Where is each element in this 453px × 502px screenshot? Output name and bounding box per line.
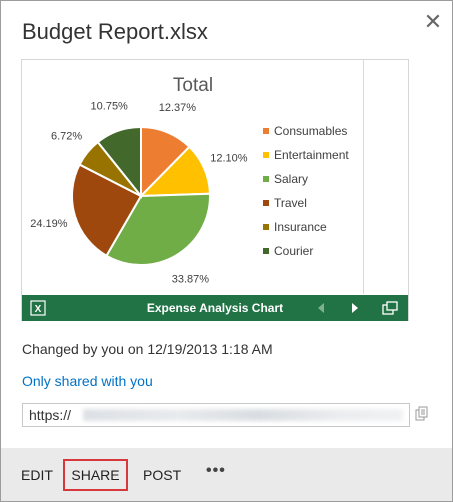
data-label: 6.72% xyxy=(51,130,82,142)
chart-preview[interactable]: Total 12.37% 12.10% 33.87% 24.19% 6.72% 10.75… xyxy=(21,59,409,321)
changed-info: Changed by you on 12/19/2013 1:18 AM xyxy=(22,341,273,357)
chart-title: Total xyxy=(173,75,213,96)
data-label: 24.19% xyxy=(30,218,68,230)
legend-label: Entertainment xyxy=(274,148,349,162)
url-prefix: https:// xyxy=(29,407,72,423)
legend-label: Travel xyxy=(274,196,307,210)
legend-swatch xyxy=(263,200,269,206)
data-label: 33.87% xyxy=(172,273,210,285)
document-card: Budget Report.xlsx ✕ Total 12.37% 12.10% 3… xyxy=(0,0,453,502)
document-title: Budget Report.xlsx xyxy=(22,19,208,44)
legend-swatch xyxy=(263,224,269,230)
edit-button[interactable]: EDIT xyxy=(21,467,53,483)
legend-swatch xyxy=(263,128,269,134)
legend-swatch xyxy=(263,248,269,254)
post-button[interactable]: POST xyxy=(143,467,181,483)
share-button[interactable]: SHARE xyxy=(63,459,128,491)
close-icon[interactable]: ✕ xyxy=(423,11,443,33)
data-label: 12.10% xyxy=(210,152,248,164)
popout-icon[interactable] xyxy=(382,301,398,315)
copy-icon[interactable] xyxy=(415,406,429,422)
sharing-link[interactable]: Only shared with you xyxy=(22,373,153,389)
prev-arrow-icon[interactable] xyxy=(314,301,328,315)
url-field[interactable]: https:// xyxy=(22,403,410,427)
chart-area: Total 12.37% 12.10% 33.87% 24.19% 6.72% 10.75… xyxy=(22,60,364,294)
url-redacted xyxy=(83,409,403,421)
legend-label: Salary xyxy=(274,172,308,186)
action-bar: EDIT SHARE POST ••• xyxy=(1,448,452,501)
data-label: 12.37% xyxy=(159,102,197,114)
more-options-icon[interactable]: ••• xyxy=(206,462,226,480)
legend-label: Courier xyxy=(274,244,313,258)
pie-chart: Total 12.37% 12.10% 33.87% 24.19% 6.72% 10.75… xyxy=(30,75,349,285)
preview-toolbar: X Expense Analysis Chart xyxy=(22,295,408,321)
legend-swatch xyxy=(263,152,269,158)
next-arrow-icon[interactable] xyxy=(348,301,362,315)
legend-swatch xyxy=(263,176,269,182)
data-label: 10.75% xyxy=(91,100,129,112)
legend-label: Insurance xyxy=(274,220,327,234)
legend-label: Consumables xyxy=(274,124,347,138)
